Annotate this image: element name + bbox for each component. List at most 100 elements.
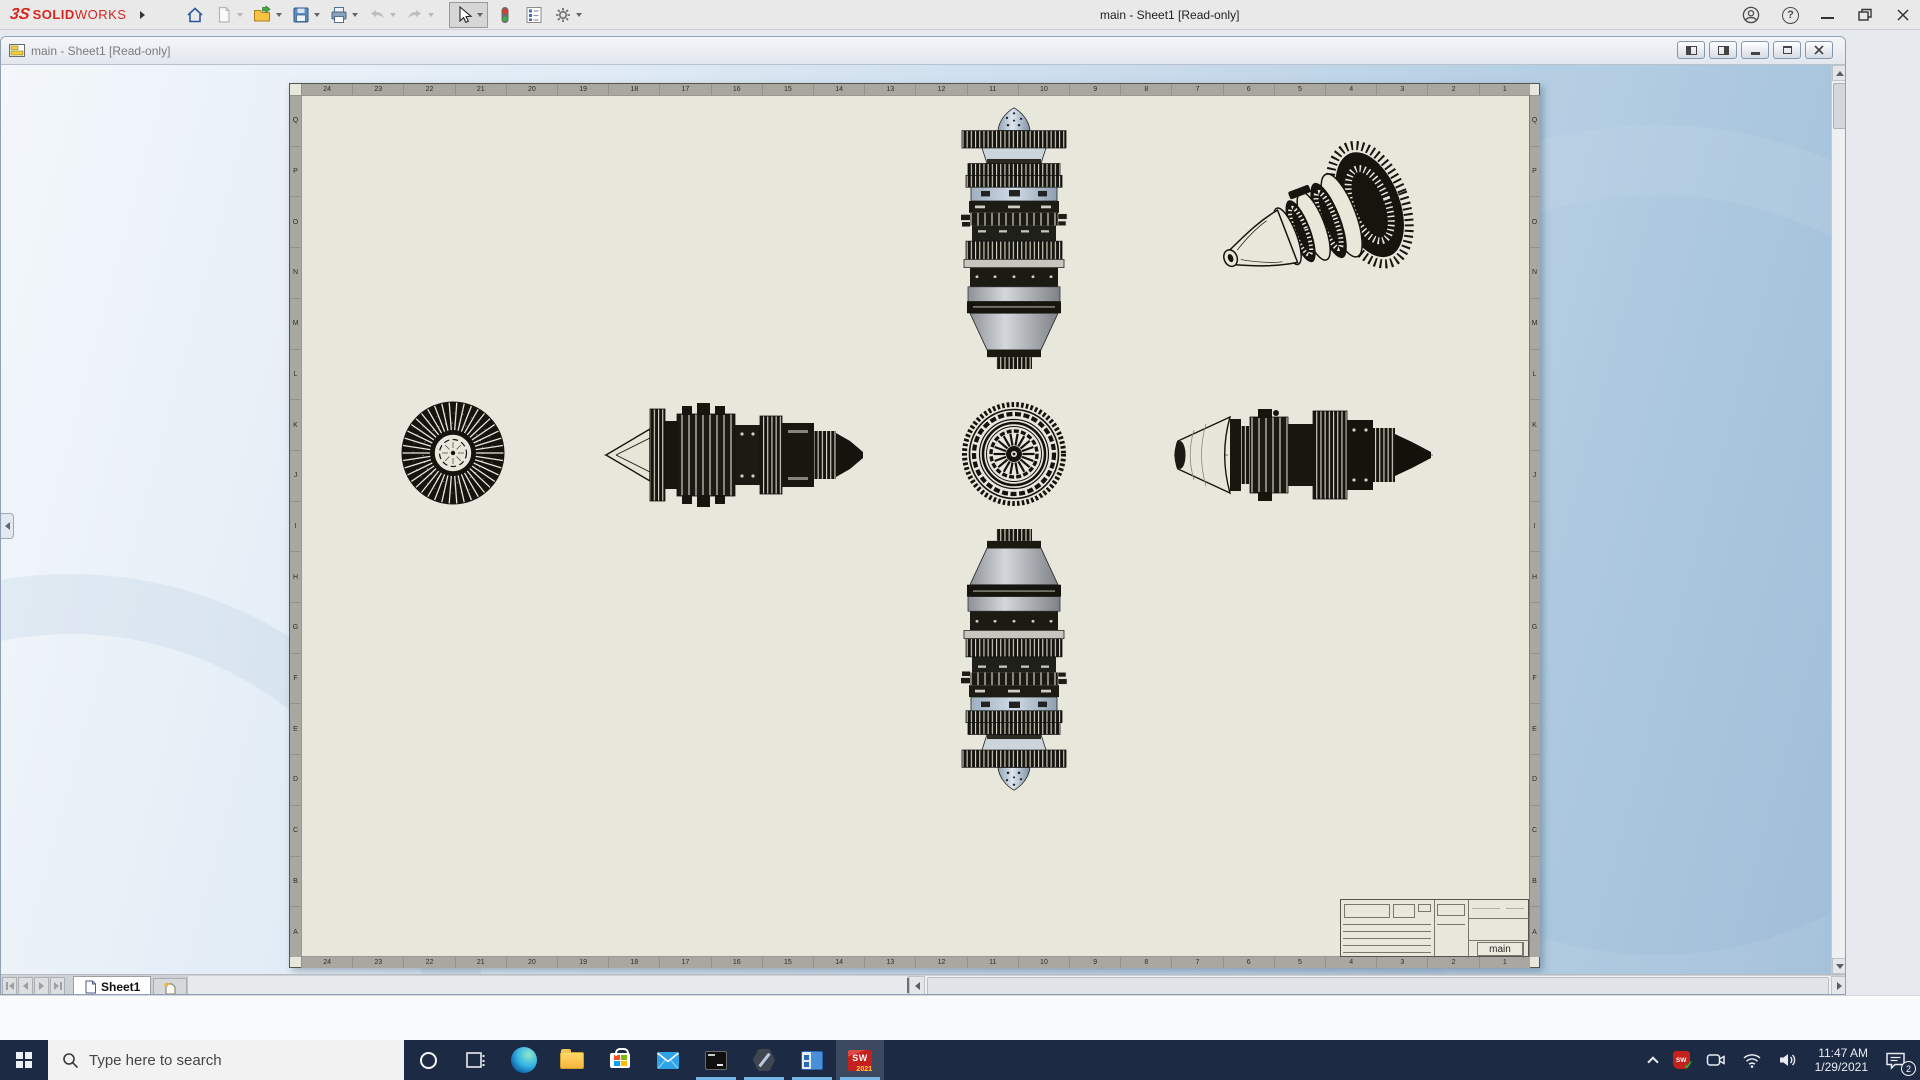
drawing-view-side-engine-left[interactable] — [602, 400, 865, 510]
tray-expand-button[interactable] — [1642, 1040, 1664, 1080]
taskbar-app-solidworks[interactable]: SW 2021 — [836, 1040, 884, 1080]
drawing-view-front-engine[interactable] — [961, 401, 1067, 507]
windows-taskbar: SW 2021 SW ✓ 11:47 AM 1 — [0, 1040, 1920, 1080]
menu-expand-arrow-icon[interactable] — [140, 11, 145, 19]
home-button[interactable] — [183, 3, 207, 27]
drawing-view-isometric-engine[interactable] — [1202, 143, 1416, 314]
horizontal-scroll-thumb[interactable] — [927, 977, 1829, 995]
vertical-scroll-thumb[interactable] — [1833, 83, 1846, 129]
start-button[interactable] — [0, 1040, 48, 1080]
window-title: main - Sheet1 [Read-only] — [1100, 0, 1239, 30]
taskbar-app-edge[interactable] — [500, 1040, 548, 1080]
scroll-right-button[interactable] — [1831, 976, 1846, 995]
solidworks-logo: 3S SOLID WORKS — [10, 6, 126, 24]
tray-volume[interactable] — [1771, 1040, 1805, 1080]
taskbar-app-hexagon[interactable] — [740, 1040, 788, 1080]
doc-minimize-button[interactable] — [1741, 41, 1769, 59]
taskbar-app-store[interactable] — [596, 1040, 644, 1080]
drawing-viewport[interactable]: 242322212019181716151413121110987654321 … — [1, 65, 1846, 974]
horizontal-scrollbar[interactable] — [909, 976, 1846, 995]
add-sheet-tab[interactable] — [153, 978, 187, 995]
drawing-view-top-engine[interactable] — [961, 106, 1067, 369]
restore-button[interactable] — [1856, 7, 1874, 23]
select-tool-button[interactable] — [449, 2, 488, 28]
select-dropdown-caret-icon[interactable] — [477, 13, 483, 17]
taskbar-clock[interactable]: 11:47 AM 1/29/2021 — [1807, 1046, 1876, 1074]
notification-badge: 2 — [1901, 1061, 1916, 1076]
solidworks-app-icon: SW 2021 — [848, 1050, 872, 1071]
close-button[interactable] — [1896, 8, 1910, 22]
undo-dropdown-caret-icon[interactable] — [390, 13, 396, 17]
redo-button[interactable] — [403, 3, 436, 27]
taskbar-app-terminal[interactable] — [692, 1040, 740, 1080]
new-document-button[interactable] — [212, 3, 245, 27]
help-icon[interactable]: ? — [1782, 7, 1799, 24]
options-button[interactable] — [551, 3, 584, 27]
vertical-scrollbar[interactable] — [1831, 65, 1846, 974]
collapse-arrow-icon — [5, 522, 10, 530]
tab-sheet1[interactable]: Sheet1 — [73, 976, 151, 995]
quick-access-toolbar — [183, 2, 584, 28]
tray-network[interactable] — [1735, 1040, 1769, 1080]
document-titlebar[interactable]: main - Sheet1 [Read-only] — [1, 37, 1845, 65]
undo-icon — [367, 5, 387, 25]
pane-left-icon — [1686, 46, 1697, 55]
taskbar-app-mail[interactable] — [644, 1040, 692, 1080]
file-properties-button[interactable] — [522, 3, 546, 27]
feature-manager-collapse-tab[interactable] — [1, 513, 14, 539]
save-dropdown-caret-icon[interactable] — [314, 13, 320, 17]
drawing-view-side-engine-right[interactable] — [1172, 400, 1435, 510]
drawing-view-rear-fan[interactable] — [400, 400, 506, 506]
minimize-button[interactable] — [1821, 17, 1834, 19]
doc-restore-button[interactable] — [1773, 41, 1801, 59]
hexagon-app-icon — [752, 1048, 776, 1072]
system-tray: SW ✓ 11:47 AM 1/29/2021 2 — [1642, 1040, 1920, 1080]
taskbar-app-window[interactable] — [788, 1040, 836, 1080]
properties-list-icon — [524, 5, 544, 25]
first-sheet-button[interactable] — [2, 977, 17, 995]
tab-strip-filler — [187, 976, 907, 995]
tray-meet-now[interactable] — [1699, 1040, 1733, 1080]
drawing-view-bottom-engine[interactable] — [961, 529, 1067, 792]
rebuild-button[interactable] — [493, 3, 517, 27]
edge-icon — [511, 1047, 537, 1073]
last-sheet-button[interactable] — [50, 977, 65, 995]
taskbar-app-file-explorer[interactable] — [548, 1040, 596, 1080]
search-icon — [62, 1052, 79, 1069]
pane-right-icon — [1718, 46, 1729, 55]
redo-icon — [405, 5, 425, 25]
document-window: main - Sheet1 [Read-only] 24232221201918… — [0, 36, 1846, 995]
split-pane-right-button[interactable] — [1709, 41, 1737, 59]
check-icon: ✓ — [1684, 1058, 1694, 1072]
task-view-button[interactable] — [452, 1040, 500, 1080]
search-input[interactable] — [89, 1052, 369, 1069]
scroll-left-button[interactable] — [909, 976, 925, 995]
redo-dropdown-caret-icon[interactable] — [428, 13, 434, 17]
next-sheet-button[interactable] — [34, 977, 49, 995]
print-dropdown-caret-icon[interactable] — [352, 13, 358, 17]
open-button[interactable] — [250, 3, 284, 27]
account-icon[interactable] — [1742, 6, 1760, 24]
save-button[interactable] — [289, 3, 322, 27]
open-dropdown-caret-icon[interactable] — [276, 13, 282, 17]
cortana-button[interactable] — [404, 1040, 452, 1080]
previous-sheet-button[interactable] — [18, 977, 33, 995]
doc-minimize-icon — [1751, 52, 1760, 55]
doc-close-icon — [1814, 45, 1824, 55]
wifi-icon — [1742, 1051, 1762, 1069]
save-icon — [291, 5, 311, 25]
action-center-button[interactable]: 2 — [1878, 1040, 1914, 1080]
doc-close-button[interactable] — [1805, 41, 1833, 59]
options-dropdown-caret-icon[interactable] — [576, 13, 582, 17]
split-pane-left-button[interactable] — [1677, 41, 1705, 59]
scroll-down-button[interactable] — [1832, 958, 1846, 974]
undo-button[interactable] — [365, 3, 398, 27]
tab-sheet1-label: Sheet1 — [101, 980, 140, 994]
taskbar-search[interactable] — [48, 1040, 404, 1080]
gear-icon — [553, 5, 573, 25]
new-dropdown-caret-icon[interactable] — [237, 13, 243, 17]
scroll-up-button[interactable] — [1832, 65, 1846, 81]
drawing-sheet[interactable]: 242322212019181716151413121110987654321 … — [289, 83, 1540, 968]
print-button[interactable] — [327, 3, 360, 27]
tray-solidworks-agent[interactable]: SW ✓ — [1666, 1040, 1697, 1080]
